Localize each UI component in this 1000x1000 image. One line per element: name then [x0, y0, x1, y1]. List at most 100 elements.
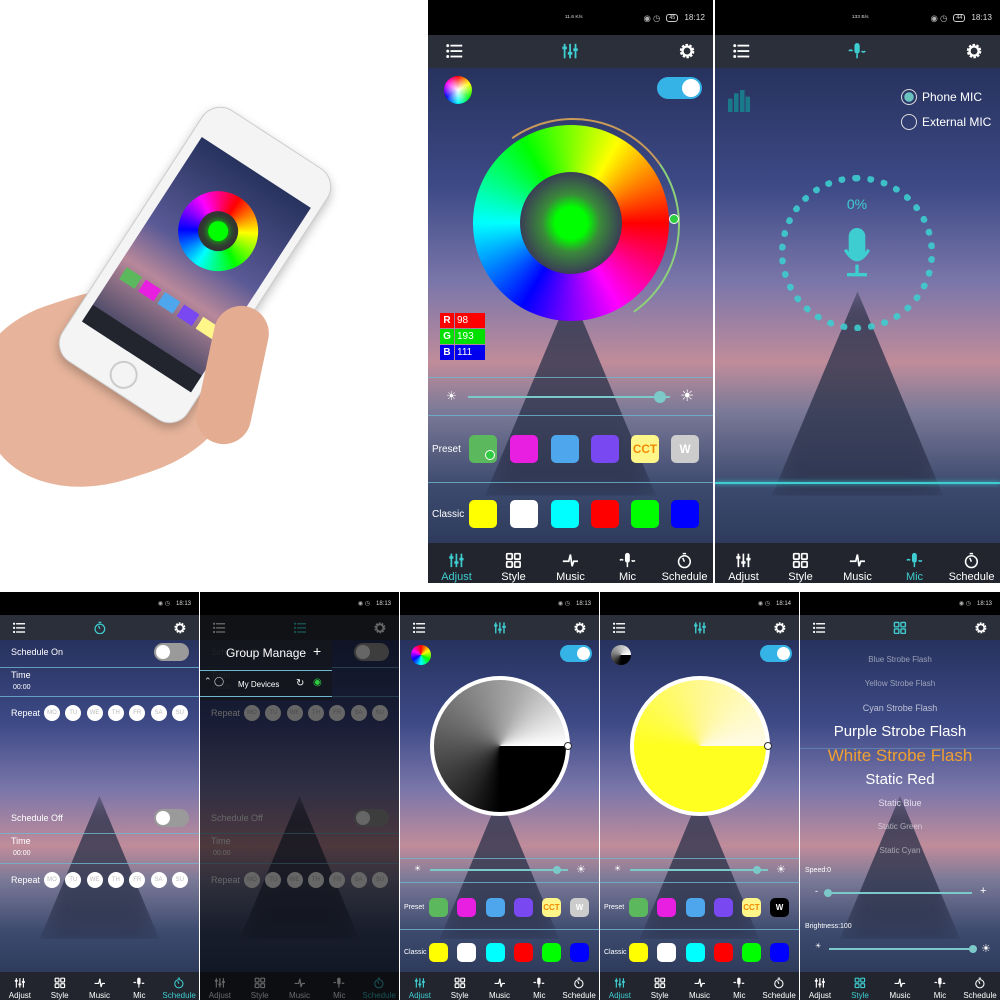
day-sa[interactable]: SA	[150, 872, 167, 888]
style-option[interactable]: Yellow Strobe Flash	[800, 679, 1000, 688]
day-we[interactable]: WE	[86, 872, 103, 888]
style-option[interactable]: Static Green	[800, 822, 1000, 831]
tab-schedule[interactable]: Schedule	[759, 972, 799, 1000]
tab-style[interactable]: Style	[640, 972, 680, 1000]
brightness-slider-thumb[interactable]	[653, 391, 666, 403]
my-devices-label[interactable]: My Devices	[238, 680, 279, 689]
preset-swatch[interactable]: CCT	[742, 897, 761, 917]
preset-swatch[interactable]: CCT	[631, 435, 659, 463]
preset-swatch[interactable]: W	[671, 435, 699, 463]
wheel-handle[interactable]	[764, 742, 772, 750]
mic-icon[interactable]	[840, 228, 874, 278]
classic-swatch[interactable]	[469, 500, 497, 528]
preset-swatch[interactable]	[714, 897, 733, 917]
brightness-slider[interactable]	[630, 869, 768, 871]
tab-music[interactable]: Music	[542, 543, 599, 583]
tab-music[interactable]: Music	[880, 972, 920, 1000]
gear-icon[interactable]	[573, 621, 587, 635]
gear-icon[interactable]	[974, 621, 988, 635]
schedule-on-toggle[interactable]	[154, 643, 189, 661]
preset-swatch[interactable]	[591, 435, 619, 463]
wheel-handle[interactable]	[669, 214, 679, 224]
tab-music[interactable]: Music	[680, 972, 720, 1000]
tab-music[interactable]: Music	[480, 972, 520, 1000]
day-we[interactable]: WE	[86, 705, 103, 721]
classic-swatch[interactable]	[591, 500, 619, 528]
gear-icon[interactable]	[173, 621, 187, 635]
color-wheel[interactable]	[630, 676, 770, 816]
classic-swatch[interactable]	[486, 942, 505, 962]
style-option[interactable]: Static Red	[800, 771, 1000, 788]
menu-icon[interactable]	[732, 42, 750, 60]
brightness-slider-thumb[interactable]	[752, 866, 761, 874]
day-su[interactable]: SU	[171, 705, 188, 721]
tab-schedule[interactable]: Schedule	[656, 543, 713, 583]
bulb-connected-icon[interactable]: ◉	[313, 677, 322, 688]
classic-swatch[interactable]	[542, 942, 561, 962]
classic-swatch[interactable]	[657, 942, 676, 962]
tab-style[interactable]: Style	[40, 972, 80, 1000]
preset-swatch[interactable]	[686, 897, 705, 917]
classic-swatch[interactable]	[551, 500, 579, 528]
speed-slider-thumb[interactable]	[824, 889, 832, 897]
radio-external-mic[interactable]	[901, 114, 917, 130]
tab-schedule[interactable]: Schedule	[559, 972, 599, 1000]
preset-swatch[interactable]	[657, 897, 676, 917]
classic-swatch[interactable]	[770, 942, 789, 962]
classic-swatch[interactable]	[686, 942, 705, 962]
power-toggle[interactable]	[560, 645, 592, 662]
power-toggle[interactable]	[760, 645, 792, 662]
on-time-value[interactable]: 00:00	[13, 684, 31, 691]
color-mode-icon[interactable]	[611, 645, 631, 665]
classic-swatch[interactable]	[429, 942, 448, 962]
gear-icon[interactable]	[773, 621, 787, 635]
tab-mic[interactable]: Mic	[519, 972, 559, 1000]
color-wheel[interactable]	[430, 676, 570, 816]
preset-swatch[interactable]	[514, 897, 533, 917]
classic-swatch[interactable]	[510, 500, 538, 528]
speed-plus-button[interactable]: +	[980, 885, 986, 897]
preset-swatch[interactable]	[457, 897, 476, 917]
classic-swatch[interactable]	[570, 942, 589, 962]
tab-music[interactable]: Music	[80, 972, 120, 1000]
day-mo[interactable]: MO	[44, 872, 60, 888]
tab-schedule[interactable]: Schedule	[159, 972, 199, 1000]
brightness-slider-thumb[interactable]	[552, 866, 561, 874]
menu-icon[interactable]	[12, 621, 26, 635]
tab-adjust[interactable]: Adjust	[0, 972, 40, 1000]
preset-swatch[interactable]	[629, 897, 648, 917]
preset-swatch[interactable]: CCT	[542, 897, 561, 917]
style-option[interactable]: Static Cyan	[800, 846, 1000, 855]
tab-music[interactable]: Music	[829, 543, 886, 583]
tab-style[interactable]: Style	[840, 972, 880, 1000]
day-sa[interactable]: SA	[150, 705, 167, 721]
menu-icon[interactable]	[612, 621, 626, 635]
style-option[interactable]: Cyan Strobe Flash	[800, 703, 1000, 713]
tab-mic[interactable]: Mic	[886, 543, 943, 583]
classic-swatch[interactable]	[631, 500, 659, 528]
menu-icon[interactable]	[445, 42, 463, 60]
menu-icon[interactable]	[412, 621, 426, 635]
preset-swatch[interactable]	[486, 897, 505, 917]
brightness-slider[interactable]	[430, 869, 568, 871]
tab-mic[interactable]: Mic	[920, 972, 960, 1000]
preset-swatch[interactable]	[551, 435, 579, 463]
tab-mic[interactable]: Mic	[599, 543, 656, 583]
speed-slider[interactable]	[828, 892, 972, 894]
schedule-off-toggle[interactable]	[154, 809, 189, 827]
wheel-handle[interactable]	[564, 742, 572, 750]
preset-swatch[interactable]	[510, 435, 538, 463]
tab-mic[interactable]: Mic	[119, 972, 159, 1000]
day-su[interactable]: SU	[171, 872, 188, 888]
preset-swatch[interactable]: W	[570, 897, 589, 917]
tab-adjust[interactable]: Adjust	[800, 972, 840, 1000]
power-toggle[interactable]	[657, 77, 702, 99]
tab-mic[interactable]: Mic	[719, 972, 759, 1000]
tab-style[interactable]: Style	[485, 543, 542, 583]
style-option[interactable]: Purple Strobe Flash	[800, 723, 1000, 740]
tab-schedule[interactable]: Schedule	[960, 972, 1000, 1000]
radio-phone-mic[interactable]	[901, 89, 917, 105]
tab-style[interactable]: Style	[772, 543, 829, 583]
classic-swatch[interactable]	[457, 942, 476, 962]
preset-swatch[interactable]: W	[770, 897, 789, 917]
